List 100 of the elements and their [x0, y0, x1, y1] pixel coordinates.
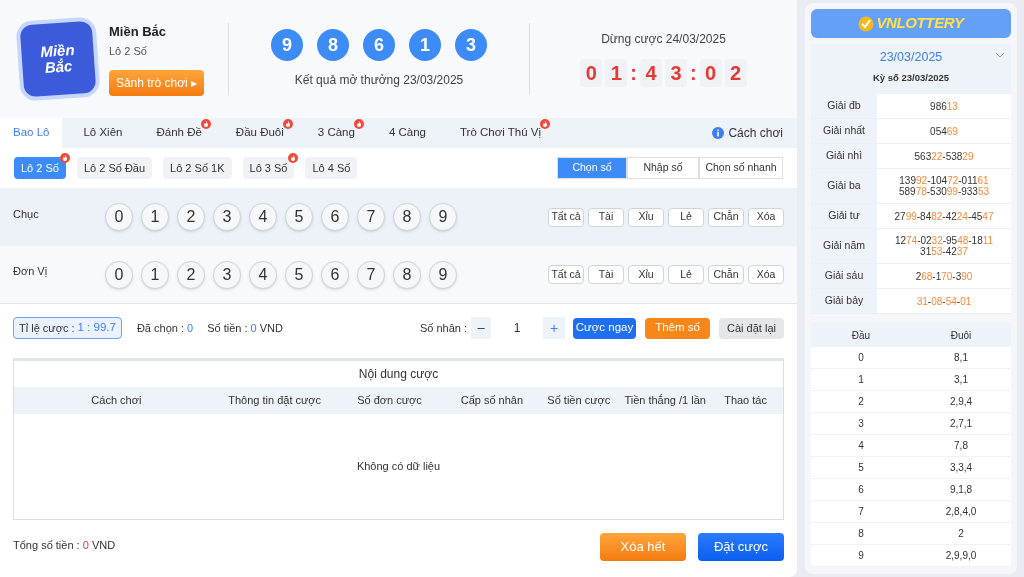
quick-pick-button[interactable]: Tất cả [548, 265, 584, 284]
prize-name: Giải năm [823, 238, 865, 254]
quick-pick-button[interactable]: Lẻ [668, 207, 704, 227]
prize-numbers: 268-170-390 [915, 270, 973, 282]
mode-tab[interactable]: Nhập số [627, 157, 699, 179]
prize-numbers: 98613 [930, 100, 958, 112]
table-cell-text: 3,3,4 [948, 461, 974, 475]
reset-button[interactable]: Cài đặt lại [719, 317, 784, 339]
table-cell-text: 9 [857, 549, 865, 563]
table-cell-text: 2 [857, 395, 865, 409]
brand-logo-text: VNLOTTERY [876, 13, 964, 34]
tab[interactable]: Bao Lô [0, 118, 63, 148]
quick-pick-button[interactable]: Xỉu [628, 207, 664, 227]
table-cell-text: 6 [857, 483, 865, 497]
quick-pick-button[interactable]: Lẻ [668, 265, 704, 284]
column-header: Đuôi [949, 328, 973, 343]
info-icon [712, 127, 725, 139]
prize-numbers: 2799-8482-4224-4547 [894, 210, 994, 222]
table-cell-text: 2 [957, 527, 965, 541]
prize-name: Giải đb [827, 98, 861, 114]
countdown-separator: : [690, 61, 697, 86]
help-link[interactable]: Cách chơi [712, 118, 783, 148]
table-cell-text: 8,1 [953, 351, 969, 365]
table-cell-text: 2,9,4 [948, 395, 974, 409]
row-label: Chục [13, 206, 40, 222]
tab[interactable]: Đánh Đề [143, 118, 215, 148]
quick-pick-button[interactable]: Xóa [748, 207, 784, 227]
prize-name: Giải tư [828, 208, 860, 224]
logo-text: Bắc [44, 58, 73, 76]
picked-count: Đã chọn : 0 [136, 320, 194, 336]
column-header: Thao tác [723, 393, 768, 409]
table-cell-text: 4 [857, 439, 865, 453]
date-select[interactable]: 23/03/2025 [811, 44, 1011, 71]
draw-title: Kỳ số 23/03/2025 [871, 71, 951, 85]
column-header: Cấp số nhân [459, 393, 525, 409]
countdown-digit: 3 [665, 59, 687, 87]
column-header: Tiền thắng /1 lần [623, 393, 707, 409]
column-header: Thông tin đặt cược [227, 393, 323, 409]
quick-pick-button[interactable]: Xóa [748, 265, 784, 284]
mode-tab[interactable]: Chọn số nhanh [699, 157, 783, 179]
empty-message: Không có dữ liệu [356, 459, 441, 475]
tab[interactable]: Đầu Đuôi [222, 118, 297, 148]
quick-pick-button[interactable]: Tài [588, 265, 624, 284]
countdown-digit: 4 [640, 59, 662, 87]
countdown-digit: 0 [699, 59, 722, 87]
subtab[interactable]: Lô 2 Số 1K [163, 157, 232, 179]
column-header: Số tiền cược [546, 393, 612, 409]
prize-name: Giải nhì [825, 148, 863, 164]
region-title: Miền Bắc [109, 23, 168, 41]
total-amount: Tổng số tiền : 0 VND [13, 538, 116, 553]
prize-name: Giải sáu [824, 268, 864, 284]
quick-pick-button[interactable]: Xỉu [628, 265, 664, 284]
tab[interactable]: 4 Càng [375, 118, 439, 148]
table-cell-text: 2,9,9,0 [944, 549, 978, 563]
column-header: Đầu [850, 328, 872, 343]
multiplier-label: Số nhân : [419, 320, 467, 336]
table-cell-text: 3,1 [953, 373, 969, 387]
prize-name: Giải nhất [823, 123, 865, 139]
tab[interactable]: Trò Chơi Thú Vị [447, 118, 555, 148]
prize-numbers: 58978-53099-93353 [898, 186, 990, 197]
quick-pick-button[interactable]: Chẵn [708, 265, 744, 284]
tab[interactable]: 3 Càng [304, 118, 368, 148]
odds-badge: Tỉ lệ cược : 1 : 99.7 [13, 317, 122, 339]
prize-numbers: 56322-53829 [914, 150, 974, 162]
prize-numbers: 1274-0232-9548-1811 [894, 235, 994, 246]
check-icon [858, 15, 875, 32]
countdown-digit: 2 [724, 59, 747, 87]
countdown-digit: 1 [605, 59, 628, 87]
quick-pick-button[interactable]: Chẵn [708, 207, 744, 227]
bet-now-button[interactable]: Cược ngay [573, 317, 636, 339]
chevron-down-icon [995, 52, 1005, 60]
table-cell-text: 2,7,1 [948, 417, 974, 431]
table-cell-text: 5 [857, 461, 865, 475]
countdown-separator: : [630, 61, 637, 86]
table-title: Nội dung cược [357, 366, 440, 383]
multiplier-stepper[interactable]: – 1 + [471, 317, 565, 339]
prize-numbers: 3153-4237 [920, 246, 968, 257]
deadline-text: Dừng cược 24/03/2025 [601, 31, 726, 48]
table-cell-text: 9,1,8 [948, 483, 974, 497]
table-cell-text: 3 [857, 417, 865, 431]
table-cell-text: 0 [857, 351, 865, 365]
quick-pick-button[interactable]: Tài [588, 207, 624, 227]
table-cell-text: 8 [857, 527, 865, 541]
prize-name: Giải bảy [824, 293, 864, 309]
tab[interactable]: Lô Xiên [70, 118, 136, 148]
table-cell-text: 2,8,4,0 [944, 505, 978, 519]
prize-name: Giải ba [827, 178, 861, 194]
quick-pick-button[interactable]: Tất cả [548, 207, 584, 227]
countdown-digit: 0 [580, 59, 603, 87]
subtab[interactable]: Lô 2 Số Đầu [76, 157, 153, 179]
table-cell-text: 1 [857, 373, 865, 387]
table-cell-text: 7,8 [953, 439, 969, 453]
game-subtitle: Lô 2 Số [109, 43, 148, 59]
result-caption: Kết quả mở thưởng 23/03/2025 [294, 72, 464, 89]
amount-text: Số tiền : 0 VND [207, 320, 283, 336]
place-bet-button[interactable]: Đặt cược [698, 533, 784, 561]
table-cell-text: 7 [857, 505, 865, 519]
subtab[interactable]: Lô 4 Số [305, 157, 358, 179]
prize-numbers: 31-08-54-01 [916, 295, 972, 307]
prize-numbers: 13992-10472-01161 [899, 175, 989, 186]
